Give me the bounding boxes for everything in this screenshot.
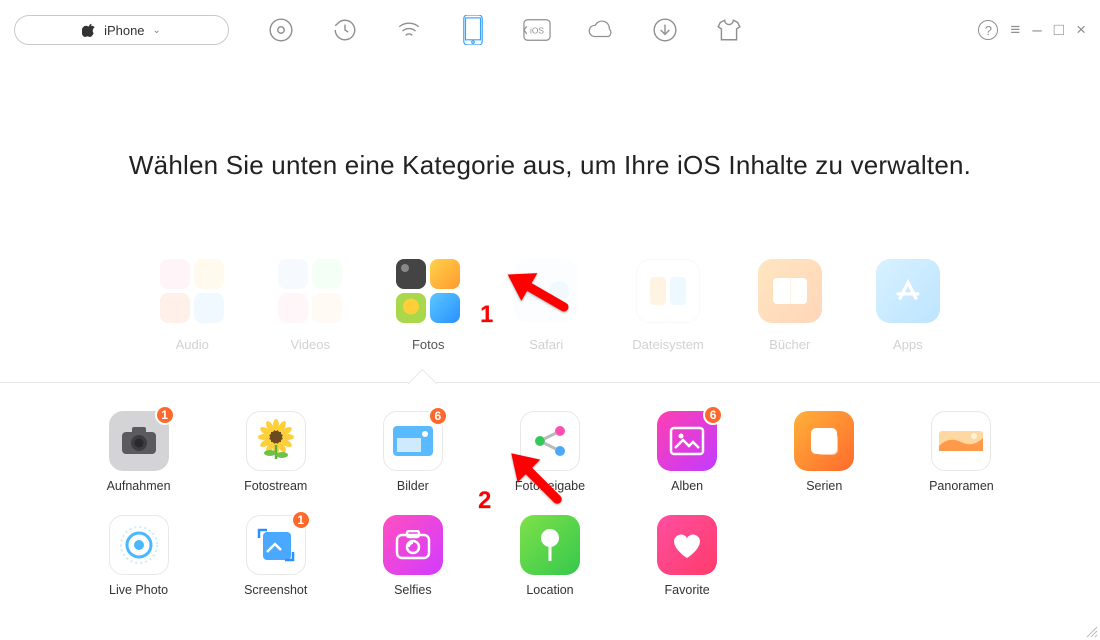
category-tile-fotos: [396, 259, 460, 323]
toolbar-music-icon[interactable]: [267, 16, 295, 44]
subcategory-favorite[interactable]: Favorite: [619, 515, 756, 597]
svg-text:iOS: iOS: [530, 26, 544, 36]
category-buecher[interactable]: Bücher: [758, 259, 822, 352]
subcategory-label: Selfies: [394, 583, 432, 597]
camera-icon: 1: [109, 411, 169, 471]
toolbar-history-icon[interactable]: [331, 16, 359, 44]
panorama-icon: [931, 411, 991, 471]
category-videos[interactable]: Videos: [278, 259, 342, 352]
subcategory-label: Fotostream: [244, 479, 307, 493]
selfie-cam-icon: [383, 515, 443, 575]
category-fotos[interactable]: Fotos: [396, 259, 460, 352]
subcategory-aufnahmen[interactable]: 1 Aufnahmen: [70, 411, 207, 493]
resize-grip[interactable]: [1084, 624, 1098, 638]
subcategory-fotostream[interactable]: Fotostream: [207, 411, 344, 493]
subcategory-label: Favorite: [665, 583, 710, 597]
category-label: Videos: [290, 337, 330, 352]
subcategory-label: Fotofreigabe: [515, 479, 585, 493]
heart-icon: [657, 515, 717, 575]
window-controls: ? ≡ – □ ×: [978, 20, 1086, 40]
pin-icon: [520, 515, 580, 575]
device-name: iPhone: [104, 23, 144, 38]
subcategory-alben[interactable]: 6 Alben: [619, 411, 756, 493]
subcategory-serien[interactable]: Serien: [756, 411, 893, 493]
category-label: Dateisystem: [632, 337, 704, 352]
category-safari[interactable]: Safari: [514, 259, 578, 352]
category-tile-safari: [514, 259, 578, 323]
maximize-button[interactable]: □: [1054, 20, 1064, 40]
share-icon: [520, 411, 580, 471]
category-tile-buecher: [758, 259, 822, 323]
subcategory-label: Aufnahmen: [107, 479, 171, 493]
apple-icon: [82, 23, 96, 37]
subcategory-grid: 1 Aufnahmen Fotostream 6 Bilder Fotofreigabe 6…: [70, 411, 1030, 597]
subcategory-label: Bilder: [397, 479, 429, 493]
subcategory-fotofreigabe[interactable]: Fotofreigabe: [481, 411, 618, 493]
menu-button[interactable]: ≡: [1010, 20, 1020, 40]
subcategory-label: Live Photo: [109, 583, 168, 597]
divider: [0, 382, 1100, 383]
subcategory-selfies[interactable]: Selfies: [344, 515, 481, 597]
device-selector[interactable]: iPhone ⌄: [14, 15, 229, 45]
sunflower-icon: [246, 411, 306, 471]
badge: 1: [155, 405, 175, 425]
category-tile-apps: [876, 259, 940, 323]
subcategory-label: Panoramen: [929, 479, 994, 493]
subcategory-livephoto[interactable]: Live Photo: [70, 515, 207, 597]
subcategory-label: Serien: [806, 479, 842, 493]
screenshot-icon: 1: [246, 515, 306, 575]
toolbar-phone-icon[interactable]: [459, 16, 487, 44]
picture-icon: 6: [657, 411, 717, 471]
category-label: Apps: [893, 337, 923, 352]
toolbar-ios-icon[interactable]: iOS: [523, 16, 551, 44]
category-apps[interactable]: Apps: [876, 259, 940, 352]
category-tile-dateisystem: [636, 259, 700, 323]
category-label: Safari: [529, 337, 563, 352]
badge: 6: [428, 406, 448, 426]
category-label: Bücher: [769, 337, 810, 352]
badge: 6: [703, 405, 723, 425]
chevron-down-icon: ⌄: [153, 25, 161, 36]
subcategory-label: Alben: [671, 479, 703, 493]
category-row: Audio Videos Fotos Safari Dateisystem Bücher A…: [0, 259, 1100, 352]
subcategory-label: Location: [526, 583, 573, 597]
subcategory-bilder[interactable]: 6 Bilder: [344, 411, 481, 493]
photo-blue-icon: 6: [383, 411, 443, 471]
subcategory-location[interactable]: Location: [481, 515, 618, 597]
livephoto-icon: [109, 515, 169, 575]
category-label: Audio: [176, 337, 209, 352]
toolbar-wifi-icon[interactable]: [395, 16, 423, 44]
badge: 1: [291, 510, 311, 530]
category-tile-videos: [278, 259, 342, 323]
titlebar: iPhone ⌄ iOS ? ≡ – □ ×: [0, 0, 1100, 60]
close-button[interactable]: ×: [1076, 20, 1086, 40]
toolbar-cloud-icon[interactable]: [587, 16, 615, 44]
minimize-button[interactable]: –: [1032, 20, 1041, 40]
toolbar-shirt-icon[interactable]: [715, 16, 743, 44]
category-audio[interactable]: Audio: [160, 259, 224, 352]
subcategory-panoramen[interactable]: Panoramen: [893, 411, 1030, 493]
page-heading: Wählen Sie unten eine Kategorie aus, um …: [0, 150, 1100, 181]
toolbar-icons: iOS: [267, 16, 743, 44]
category-dateisystem[interactable]: Dateisystem: [632, 259, 704, 352]
subcategory-label: Screenshot: [244, 583, 307, 597]
toolbar-download-icon[interactable]: [651, 16, 679, 44]
subcategory-screenshot[interactable]: 1 Screenshot: [207, 515, 344, 597]
stack-icon: [794, 411, 854, 471]
help-button[interactable]: ?: [978, 20, 998, 40]
category-tile-audio: [160, 259, 224, 323]
category-label: Fotos: [412, 337, 445, 352]
